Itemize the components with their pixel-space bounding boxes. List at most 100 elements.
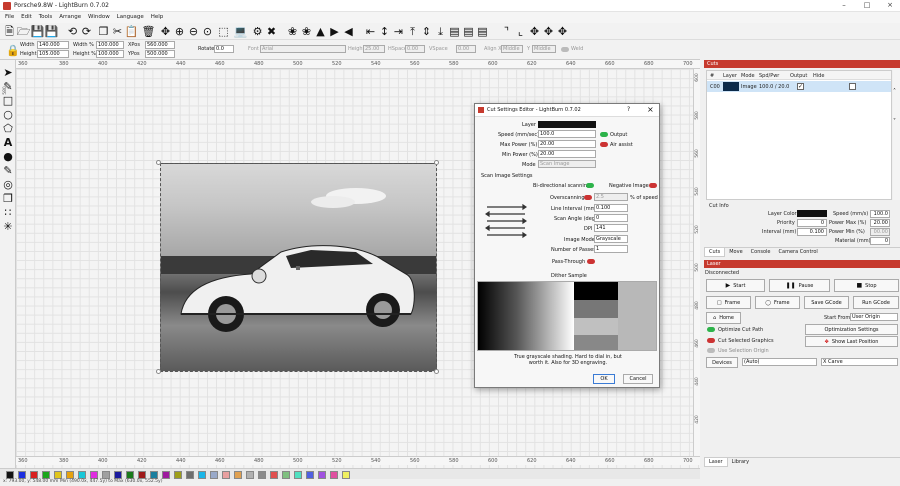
power-max-field[interactable]: 20.00 <box>870 219 890 227</box>
tab-laser[interactable]: Laser <box>704 458 728 467</box>
flip-h-icon[interactable]: ▲ <box>314 25 327 38</box>
height-field[interactable]: 105.000 <box>37 50 69 58</box>
distribute-h-icon[interactable]: ▤ <box>448 25 461 38</box>
devices-button[interactable]: Devices <box>706 357 738 368</box>
color-swatch[interactable] <box>114 471 122 479</box>
color-swatch[interactable] <box>126 471 134 479</box>
width-field[interactable]: 140.000 <box>37 41 69 49</box>
position-laser-icon[interactable]: ● <box>1 149 15 163</box>
table-row[interactable]: C00 Image 100.0 / 20.0 ✓ <box>707 81 891 92</box>
ypos-field[interactable]: 500.000 <box>145 50 175 58</box>
optimization-settings-button[interactable]: Optimization Settings <box>805 324 898 335</box>
frame-circle-button[interactable]: ◯ Frame <box>755 296 800 309</box>
rotate-field[interactable]: 0.0 <box>214 45 234 53</box>
dpi-input[interactable]: 141 <box>594 224 628 232</box>
zoom-in-icon[interactable]: ⊕ <box>173 25 186 38</box>
passes-input[interactable]: 1 <box>594 245 628 253</box>
use-selection-origin-toggle[interactable] <box>707 348 715 353</box>
color-swatch[interactable] <box>18 471 26 479</box>
color-swatch[interactable] <box>102 471 110 479</box>
move-to-corner-2-icon[interactable]: ⌞ <box>514 25 527 38</box>
scan-angle-input[interactable]: 0 <box>594 214 628 222</box>
open-file-icon[interactable]: 🗁 <box>17 25 31 38</box>
color-swatch[interactable] <box>210 471 218 479</box>
text-height-field[interactable]: 25.00 <box>363 45 385 53</box>
align-middle-icon[interactable]: ⇕ <box>420 25 433 38</box>
ungroup-icon[interactable]: ❀ <box>300 25 313 38</box>
color-swatch[interactable] <box>222 471 230 479</box>
maximize-icon[interactable]: □ <box>859 1 875 9</box>
tab-library[interactable]: Library <box>728 458 753 466</box>
xpos-field[interactable]: 560.000 <box>145 41 175 49</box>
alignx-select[interactable]: Middle <box>501 45 523 53</box>
color-swatch[interactable] <box>186 471 194 479</box>
image-mode-select[interactable]: Grayscale <box>594 235 628 243</box>
height-pct-field[interactable]: 100.000 <box>96 50 124 58</box>
hide-checkbox[interactable] <box>849 83 856 90</box>
close-icon[interactable]: × <box>882 1 898 9</box>
save-as-icon[interactable]: 💾 <box>45 25 59 38</box>
resize-handle[interactable] <box>434 369 439 374</box>
interval-field[interactable]: 0.100 <box>797 228 827 236</box>
color-swatch[interactable] <box>306 471 314 479</box>
minimize-icon[interactable]: – <box>836 1 852 9</box>
stop-button[interactable]: ■ Stop <box>834 279 899 292</box>
center-handle[interactable] <box>296 266 300 270</box>
ok-button[interactable]: OK <box>593 374 615 384</box>
lock-icon[interactable]: 🔒 <box>6 44 20 57</box>
passthrough-toggle[interactable] <box>587 259 595 264</box>
align-right-icon[interactable]: ⇥ <box>392 25 405 38</box>
save-gcode-button[interactable]: Save GCode <box>804 296 849 309</box>
run-gcode-button[interactable]: Run GCode <box>853 296 899 309</box>
rectangle-tool-icon[interactable]: □ <box>1 93 15 107</box>
color-swatch[interactable] <box>66 471 74 479</box>
mirror-icon[interactable]: ◀ <box>342 25 355 38</box>
optimize-toggle[interactable] <box>707 327 715 332</box>
max-power-input[interactable]: 20.00 <box>538 140 596 148</box>
mode-select[interactable]: Scan Image <box>538 160 596 168</box>
undo-icon[interactable]: ⟲ <box>66 25 79 38</box>
color-swatch[interactable] <box>174 471 182 479</box>
menu-tools[interactable]: Tools <box>39 14 53 20</box>
color-swatch[interactable] <box>246 471 254 479</box>
min-power-input[interactable]: 20.00 <box>538 150 596 158</box>
zoom-out-icon[interactable]: ⊖ <box>187 25 200 38</box>
page-center-icon[interactable]: ✥ <box>528 25 541 38</box>
move-icon[interactable]: ✥ <box>159 25 172 38</box>
menu-file[interactable]: File <box>5 14 14 20</box>
settings-icon[interactable]: ⚙ <box>251 25 264 38</box>
overscan-toggle[interactable] <box>584 195 592 200</box>
flip-v-icon[interactable]: ▶ <box>328 25 341 38</box>
air-assist-toggle[interactable] <box>600 142 608 147</box>
menu-help[interactable]: Help <box>151 14 164 20</box>
overscan-input[interactable]: 2.5 <box>594 193 628 201</box>
align-left-icon[interactable]: ⇤ <box>364 25 377 38</box>
zoom-fit-icon[interactable]: ⊙ <box>201 25 214 38</box>
material-field[interactable]: 0 <box>870 237 890 245</box>
menu-window[interactable]: Window <box>88 14 110 20</box>
tab-console[interactable]: Console <box>747 248 775 256</box>
start-from-select[interactable]: User Origin <box>850 313 898 321</box>
ellipse-tool-icon[interactable]: ○ <box>1 107 15 121</box>
tab-move[interactable]: Move <box>725 248 746 256</box>
aligny-select[interactable]: Middle <box>532 45 556 53</box>
color-swatch[interactable] <box>234 471 242 479</box>
align-bottom-icon[interactable]: ⤓ <box>434 25 447 38</box>
tools-icon[interactable]: ✖ <box>265 25 278 38</box>
polygon-tool-icon[interactable]: ⬠ <box>1 121 15 135</box>
machine-select[interactable]: X Carve <box>821 358 898 366</box>
node-edit-icon[interactable]: ❐ <box>1 191 15 205</box>
color-swatch[interactable] <box>282 471 290 479</box>
color-swatch[interactable] <box>198 471 206 479</box>
power-min-field[interactable]: 00.00 <box>870 228 890 236</box>
grid-array-icon[interactable]: ∷ <box>1 205 15 219</box>
color-swatch[interactable] <box>294 471 302 479</box>
measure-tool-icon[interactable]: ✎ <box>1 163 15 177</box>
paste-icon[interactable]: 📋 <box>125 25 139 38</box>
monitor-icon[interactable]: 💻 <box>234 25 248 38</box>
cut-icon[interactable]: ✂ <box>111 25 124 38</box>
laser-position-icon[interactable]: ✥ <box>542 25 555 38</box>
device-select[interactable]: (Auto) <box>742 358 817 366</box>
color-swatch[interactable] <box>90 471 98 479</box>
align-center-icon[interactable]: ↕ <box>378 25 391 38</box>
